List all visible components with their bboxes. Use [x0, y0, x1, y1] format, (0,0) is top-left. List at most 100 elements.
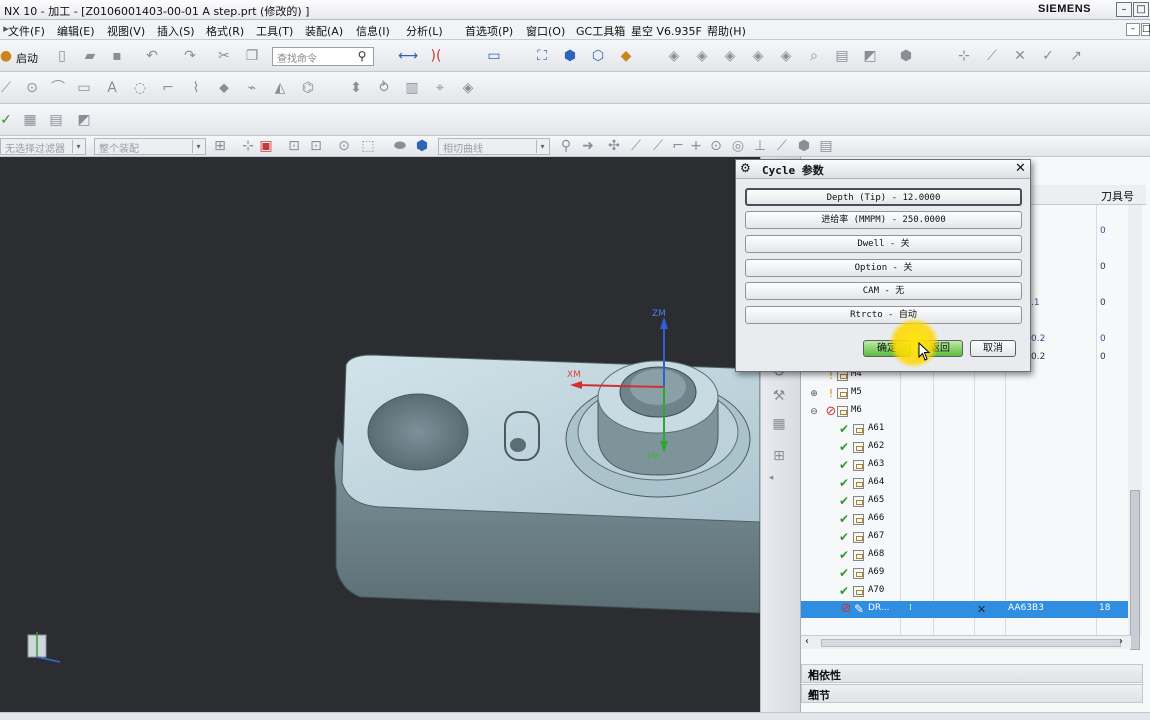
tree-group-m5[interactable]: ⊕ ! M5 — [801, 385, 1131, 403]
tree-operation-selected[interactable]: ⊘ ✎ DR... ⁞ ✕ AA63B3 18 — [801, 601, 1131, 618]
dependencies-panel-header[interactable]: 相依性 ∨ — [801, 664, 1143, 683]
navigator-horizontal-scrollbar[interactable]: ‹ › — [801, 635, 1131, 649]
view-front-icon[interactable]: ◈ — [692, 47, 712, 65]
tree-operation-a61[interactable]: ✔ A61 — [801, 421, 1131, 439]
undo-icon[interactable]: ↶ — [142, 47, 162, 65]
verify-icon[interactable]: ✓ — [0, 111, 16, 129]
bridge-curve-icon[interactable]: ⌁ — [242, 79, 262, 97]
extrude-icon[interactable]: ⬍ — [346, 79, 366, 97]
fit-view-icon[interactable]: ⛶ — [532, 47, 552, 65]
snap-perp-icon[interactable]: ⊥ — [750, 137, 770, 155]
lasso-icon[interactable]: ⊡ — [306, 137, 326, 155]
snap-point-icon[interactable]: ⊹ — [954, 47, 974, 65]
search-icon[interactable]: ⚲ — [352, 47, 372, 65]
option-button[interactable]: Option - 关 — [745, 259, 1022, 277]
tree-operation-a63[interactable]: ✔ A63 — [801, 457, 1131, 475]
line-icon[interactable]: ⟋ — [0, 79, 16, 97]
navigator-vertical-scrollbar[interactable] — [1128, 205, 1142, 650]
wireframe-view-icon[interactable]: ⬡ — [588, 47, 608, 65]
rectangle-icon[interactable]: ▭ — [74, 79, 94, 97]
tool-number-column[interactable]: 刀具号 — [1101, 188, 1134, 204]
mdi-minimize-button[interactable]: – — [1126, 23, 1140, 36]
circle-select-icon[interactable]: ⊙ — [334, 137, 354, 155]
tree-operation-a64[interactable]: ✔ A64 — [801, 475, 1131, 493]
reuse-library-icon[interactable]: ▦ — [769, 415, 789, 433]
depth-button[interactable]: Depth (Tip) - 12.0000 — [745, 188, 1022, 206]
tree-operation-a70[interactable]: ✔ A70 — [801, 583, 1131, 601]
dwell-button[interactable]: Dwell - 关 — [745, 235, 1022, 253]
menu-xingkong[interactable]: 星空 V6.935F — [631, 23, 702, 39]
assembly-filter-combo[interactable]: 整个装配 ▾ — [94, 138, 206, 155]
join-curve-icon[interactable]: ◭ — [270, 79, 290, 97]
history-icon[interactable]: ⊞ — [769, 447, 789, 465]
details-panel-header[interactable]: 细节 ∨ — [801, 684, 1143, 703]
snap-center-icon[interactable]: ⊙ — [706, 137, 726, 155]
snap-quadrant-icon[interactable]: ◎ — [728, 137, 748, 155]
body-select-icon[interactable]: ⬬ — [390, 137, 410, 155]
menu-preferences[interactable]: 首选项(P) — [465, 23, 513, 39]
tree-operation-a65[interactable]: ✔ A65 — [801, 493, 1131, 511]
close-icon[interactable]: ✕ — [1013, 161, 1028, 176]
curve-rule-combo[interactable]: 相切曲线 ▾ — [438, 138, 550, 155]
snap-point-icon-2[interactable]: ✣ — [604, 137, 624, 155]
menu-edit[interactable]: 编辑(E) — [57, 23, 95, 39]
text-icon[interactable]: A — [102, 79, 122, 97]
scroll-right-icon[interactable]: › — [1119, 636, 1123, 647]
snap-tangent-icon[interactable]: ⌐ — [668, 137, 688, 155]
cam-button[interactable]: CAM - 无 — [745, 282, 1022, 300]
minimize-button[interactable]: – — [1116, 2, 1132, 17]
tree-operation-a68[interactable]: ✔ A68 — [801, 547, 1131, 565]
postprocess-icon[interactable]: ▤ — [46, 111, 66, 129]
tree-operation-a66[interactable]: ✔ A66 — [801, 511, 1131, 529]
datum-icon[interactable]: ◈ — [458, 79, 478, 97]
save-icon[interactable]: ▪ — [107, 47, 127, 65]
extract-curve-icon[interactable]: ⬥ — [214, 79, 234, 97]
generate-path-icon[interactable]: ▦ — [20, 111, 40, 129]
zoom-icon[interactable]: ⌕ — [804, 47, 824, 65]
layer-icon[interactable]: ◆ — [616, 47, 636, 65]
menu-help[interactable]: 帮助(H) — [707, 23, 746, 39]
scroll-thumb[interactable] — [1130, 490, 1140, 650]
snap-mid-icon[interactable]: ✕ — [1010, 47, 1030, 65]
rect-select-icon[interactable]: ⬚ — [358, 137, 378, 155]
view-top-icon[interactable]: ◈ — [664, 47, 684, 65]
offset-curve-icon[interactable]: ◌ — [130, 79, 150, 97]
type-filter-combo[interactable]: 无选择过滤器 ▾ — [0, 138, 86, 155]
snap-settings-icon[interactable]: ⊹ — [238, 137, 258, 155]
scroll-left-icon[interactable]: ‹ — [805, 636, 809, 647]
menu-window[interactable]: 窗口(O) — [526, 23, 565, 39]
pin-icon[interactable]: ⚲ — [556, 137, 576, 155]
sketch-icon[interactable]: ⌖ — [430, 79, 450, 97]
strip-scroll-icon[interactable]: ◂ — [761, 469, 781, 487]
menu-insert[interactable]: 插入(S) — [157, 23, 195, 39]
snap-curve-icon[interactable]: ⟋ — [772, 137, 792, 155]
menu-view[interactable]: 视图(V) — [107, 23, 145, 39]
section-view-icon[interactable]: ◩ — [860, 47, 880, 65]
menu-info[interactable]: 信息(I) — [356, 23, 390, 39]
measure-distance-icon[interactable]: ⟷ — [398, 47, 418, 65]
arc-icon[interactable]: ⌒ — [48, 79, 68, 97]
revolve-icon[interactable]: ⥁ — [374, 79, 394, 97]
project-curve-icon[interactable]: ⌇ — [186, 79, 206, 97]
copy-icon[interactable]: ❐ — [242, 47, 262, 65]
filter-icon[interactable]: ⊡ — [284, 137, 304, 155]
snap-end-icon-2[interactable]: ⟋ — [626, 137, 646, 155]
trim-curve-icon[interactable]: ⌐ — [158, 79, 178, 97]
snap-bound-icon[interactable]: ▤ — [816, 137, 836, 155]
shaded-view-icon[interactable]: ⬢ — [560, 47, 580, 65]
tree-operation-a69[interactable]: ✔ A69 — [801, 565, 1131, 583]
start-icon[interactable]: ● — [0, 47, 16, 65]
menu-format[interactable]: 格式(R) — [206, 23, 244, 39]
edit-section-icon[interactable]: ▤ — [832, 47, 852, 65]
snap-arc-icon[interactable]: ↗ — [1066, 47, 1086, 65]
cut-icon[interactable]: ✂ — [214, 47, 234, 65]
snap-control-icon[interactable]: ✓ — [1038, 47, 1058, 65]
menu-file[interactable]: 文件(F) — [8, 23, 45, 39]
new-file-icon[interactable]: ▯ — [52, 47, 72, 65]
solid-select-icon[interactable]: ⬢ — [412, 137, 432, 155]
arrow-right-icon[interactable]: ➜ — [578, 137, 598, 155]
snap-face-icon[interactable]: ⬢ — [794, 137, 814, 155]
selection-intent-icon[interactable]: ▣ — [256, 137, 276, 155]
measure-angle-icon[interactable]: )( — [426, 47, 446, 65]
snap-intersect-icon[interactable]: + — [686, 137, 706, 155]
